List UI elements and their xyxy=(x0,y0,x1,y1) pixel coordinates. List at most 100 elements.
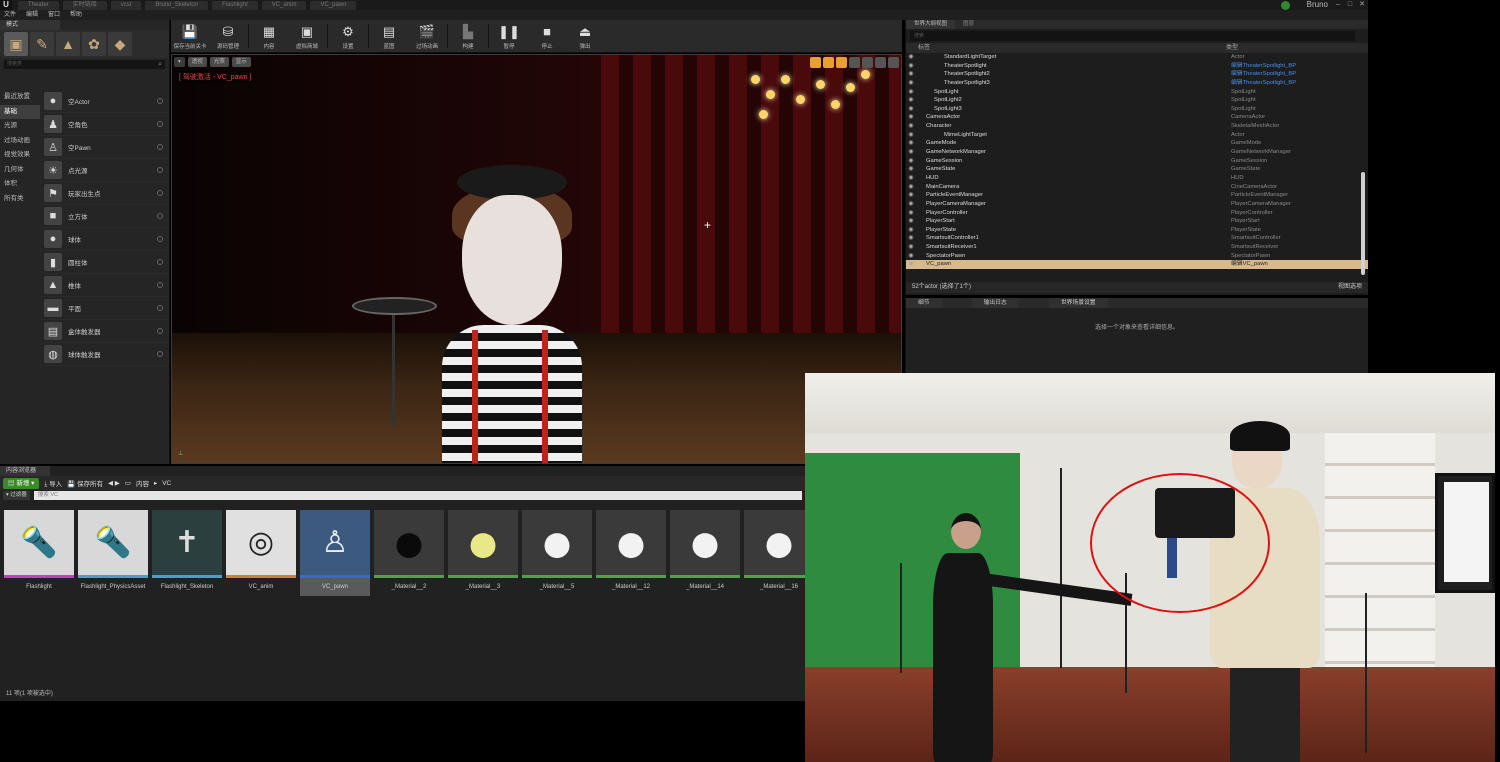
visibility-eye-icon[interactable]: ◉ xyxy=(906,122,916,131)
outliner-row[interactable]: ◉ StandardLightTarget Actor xyxy=(906,53,1368,62)
visibility-eye-icon[interactable]: ◉ xyxy=(906,217,916,226)
cinematics-button[interactable]: 🎬 过场动画 xyxy=(408,20,446,53)
place-item-empty-character[interactable]: ♟ 空角色 xyxy=(40,113,168,136)
visibility-eye-icon[interactable]: ◉ xyxy=(906,174,916,183)
asset-tile[interactable]: ● _Material__16 xyxy=(744,510,814,598)
class-search-input[interactable]: 搜索类 ⌕ xyxy=(4,60,165,69)
visibility-eye-icon[interactable]: ◉ xyxy=(906,157,916,166)
visibility-eye-icon[interactable]: ◉ xyxy=(906,105,916,114)
tab-live-link[interactable]: 实时链接 xyxy=(62,1,107,10)
rotation-snap-icon[interactable] xyxy=(862,57,873,68)
foliage-mode-icon[interactable]: ✿ xyxy=(82,32,106,56)
outliner-row[interactable]: ◉ PlayerController PlayerController xyxy=(906,209,1368,218)
perspective-button[interactable]: 透视 xyxy=(187,57,207,67)
place-item-cone[interactable]: ▲ 椎体 xyxy=(40,274,168,297)
asset-tile[interactable]: ◎ VC_anim xyxy=(226,510,296,598)
minimize-icon[interactable]: – xyxy=(1332,0,1344,10)
path-segment-vc[interactable]: VC xyxy=(162,480,171,487)
visibility-eye-icon[interactable]: ◉ xyxy=(906,234,916,243)
place-item-sphere-trigger[interactable]: ◍ 球体触发器 xyxy=(40,343,168,366)
tab-world-settings[interactable]: 世界场景设置 xyxy=(1048,298,1108,308)
outliner-row[interactable]: ◉ SpotLight SpotLight xyxy=(906,88,1368,97)
tab-vcst[interactable]: vcst xyxy=(110,1,142,10)
outliner-search-input[interactable]: 搜索 xyxy=(910,31,1355,41)
visibility-eye-icon[interactable]: ◉ xyxy=(906,70,916,79)
grid-snap-icon[interactable] xyxy=(849,57,860,68)
place-item-sphere[interactable]: ● 球体 xyxy=(40,228,168,251)
import-button[interactable]: ⤓ 导入 xyxy=(44,478,62,489)
asset-tile[interactable]: ● _Material__14 xyxy=(670,510,740,598)
visibility-eye-icon[interactable]: ◉ xyxy=(906,148,916,157)
visibility-eye-icon[interactable]: ◉ xyxy=(906,252,916,261)
blueprints-button[interactable]: ▤ 蓝图 xyxy=(370,20,408,53)
outliner-row[interactable]: ◉ TheaterSpotlight2 编辑TheaterSpotlight_BP xyxy=(906,70,1368,79)
outliner-row-type[interactable]: 编辑TheaterSpotlight_BP xyxy=(1231,70,1368,79)
visibility-eye-icon[interactable]: ◉ xyxy=(906,183,916,192)
outliner-row[interactable]: ◉ MimeLightTarget Actor xyxy=(906,131,1368,140)
outliner-row[interactable]: ◉ ParticleEventManager ParticleEventManage… xyxy=(906,191,1368,200)
visibility-eye-icon[interactable]: ◉ xyxy=(906,62,916,71)
rotate-tool-icon[interactable] xyxy=(823,57,834,68)
asset-search-input[interactable]: 搜索 VC xyxy=(33,491,802,500)
outliner-row[interactable]: ◉ GameMode GameMode xyxy=(906,139,1368,148)
tab-flashlight[interactable]: Flashlight xyxy=(212,1,258,10)
path-segment-content[interactable]: 内容 xyxy=(136,478,149,488)
geometry-mode-icon[interactable]: ◆ xyxy=(108,32,132,56)
visibility-eye-icon[interactable]: ◉ xyxy=(906,113,916,122)
landscape-mode-icon[interactable]: ▲ xyxy=(56,32,80,56)
visibility-eye-icon[interactable]: ◉ xyxy=(906,191,916,200)
eject-button[interactable]: ⏏ 弹出 xyxy=(566,20,604,53)
visibility-eye-icon[interactable]: ◉ xyxy=(906,165,916,174)
outliner-row[interactable]: ◉ GameSession GameSession xyxy=(906,157,1368,166)
visibility-eye-icon[interactable]: ◉ xyxy=(906,139,916,148)
source-control-status-icon[interactable] xyxy=(1281,1,1290,10)
place-item-cylinder[interactable]: ▮ 圆柱体 xyxy=(40,251,168,274)
category-visual-effects[interactable]: 视觉效果 xyxy=(0,148,40,163)
visibility-eye-icon[interactable]: ◉ xyxy=(906,243,916,252)
visibility-eye-icon[interactable]: ◉ xyxy=(906,79,916,88)
lit-button[interactable]: 光照 xyxy=(209,57,229,67)
menu-help[interactable]: 帮助 xyxy=(70,10,82,20)
viewport-menu-button[interactable]: ▾ xyxy=(174,57,185,67)
tab-content-browser[interactable]: 内容浏览器 xyxy=(0,466,50,476)
category-basic[interactable]: 基础 xyxy=(0,104,40,119)
visibility-eye-icon[interactable]: ◉ xyxy=(906,200,916,209)
visibility-eye-icon[interactable]: ◉ xyxy=(906,96,916,105)
place-item-point-light[interactable]: ☀ 点光源 xyxy=(40,159,168,182)
settings-button[interactable]: ⚙ 设置 xyxy=(329,20,367,53)
asset-tile[interactable]: ● _Material__3 xyxy=(448,510,518,598)
category-recent[interactable]: 最近放置 xyxy=(0,90,40,105)
menu-window[interactable]: 窗口 xyxy=(48,10,60,20)
place-item-box-trigger[interactable]: ▤ 盒体触发器 xyxy=(40,320,168,343)
outliner-row[interactable]: ◉ VC_pawn 编辑VC_pawn xyxy=(906,260,1368,270)
outliner-row[interactable]: ◉ GameState GameState xyxy=(906,165,1368,174)
outliner-row[interactable]: ◉ SpotLight2 SpotLight xyxy=(906,96,1368,105)
place-item-empty-pawn[interactable]: ♙ 空Pawn xyxy=(40,136,168,159)
stop-button[interactable]: ■ 停止 xyxy=(528,20,566,53)
place-item-player-start[interactable]: ⚑ 玩家出生点 xyxy=(40,182,168,205)
save-current-level-button[interactable]: 💾 保存当前关卡 xyxy=(171,20,209,53)
add-new-button[interactable]: ▤ 新增 ▾ xyxy=(3,477,40,489)
category-geometry[interactable]: 几何体 xyxy=(0,163,40,178)
category-all-classes[interactable]: 所有类 xyxy=(0,192,40,207)
asset-tile[interactable]: ♙ VC_pawn xyxy=(300,510,370,598)
save-all-button[interactable]: 💾 保存所有 xyxy=(67,478,103,488)
back-forward-icon[interactable]: ◀ ▶ xyxy=(108,479,120,487)
content-button[interactable]: ▦ 内容 xyxy=(250,20,288,53)
outliner-row[interactable]: ◉ SmartsuitReceiver1 SmartsuitReceiver xyxy=(906,243,1368,252)
modes-tab[interactable]: 模式 xyxy=(0,20,60,30)
asset-tile[interactable]: ● _Material__5 xyxy=(522,510,592,598)
place-mode-icon[interactable]: ▣ xyxy=(4,32,28,56)
show-button[interactable]: 显示 xyxy=(231,57,251,67)
outliner-row[interactable]: ◉ SmartsuitController1 SmartsuitController xyxy=(906,234,1368,243)
column-type[interactable]: 类型 xyxy=(1226,43,1368,53)
asset-tile[interactable]: 🔦 Flashlight_PhysicsAsset xyxy=(78,510,148,598)
outliner-row[interactable]: ◉ TheaterSpotlight3 编辑TheaterSpotlight_BP xyxy=(906,79,1368,88)
outliner-row[interactable]: ◉ PlayerStart PlayerStart xyxy=(906,217,1368,226)
pause-button[interactable]: ❚❚ 暂停 xyxy=(490,20,528,53)
marketplace-button[interactable]: ▣ 虚拟商城 xyxy=(288,20,326,53)
filters-button[interactable]: ▾ 过滤器 xyxy=(3,491,30,500)
outliner-row[interactable]: ◉ PlayerState PlayerState xyxy=(906,226,1368,235)
tab-vc-anim[interactable]: VC_anim xyxy=(261,1,307,10)
outliner-row[interactable]: ◉ GameNetworkManager GameNetworkManager xyxy=(906,148,1368,157)
